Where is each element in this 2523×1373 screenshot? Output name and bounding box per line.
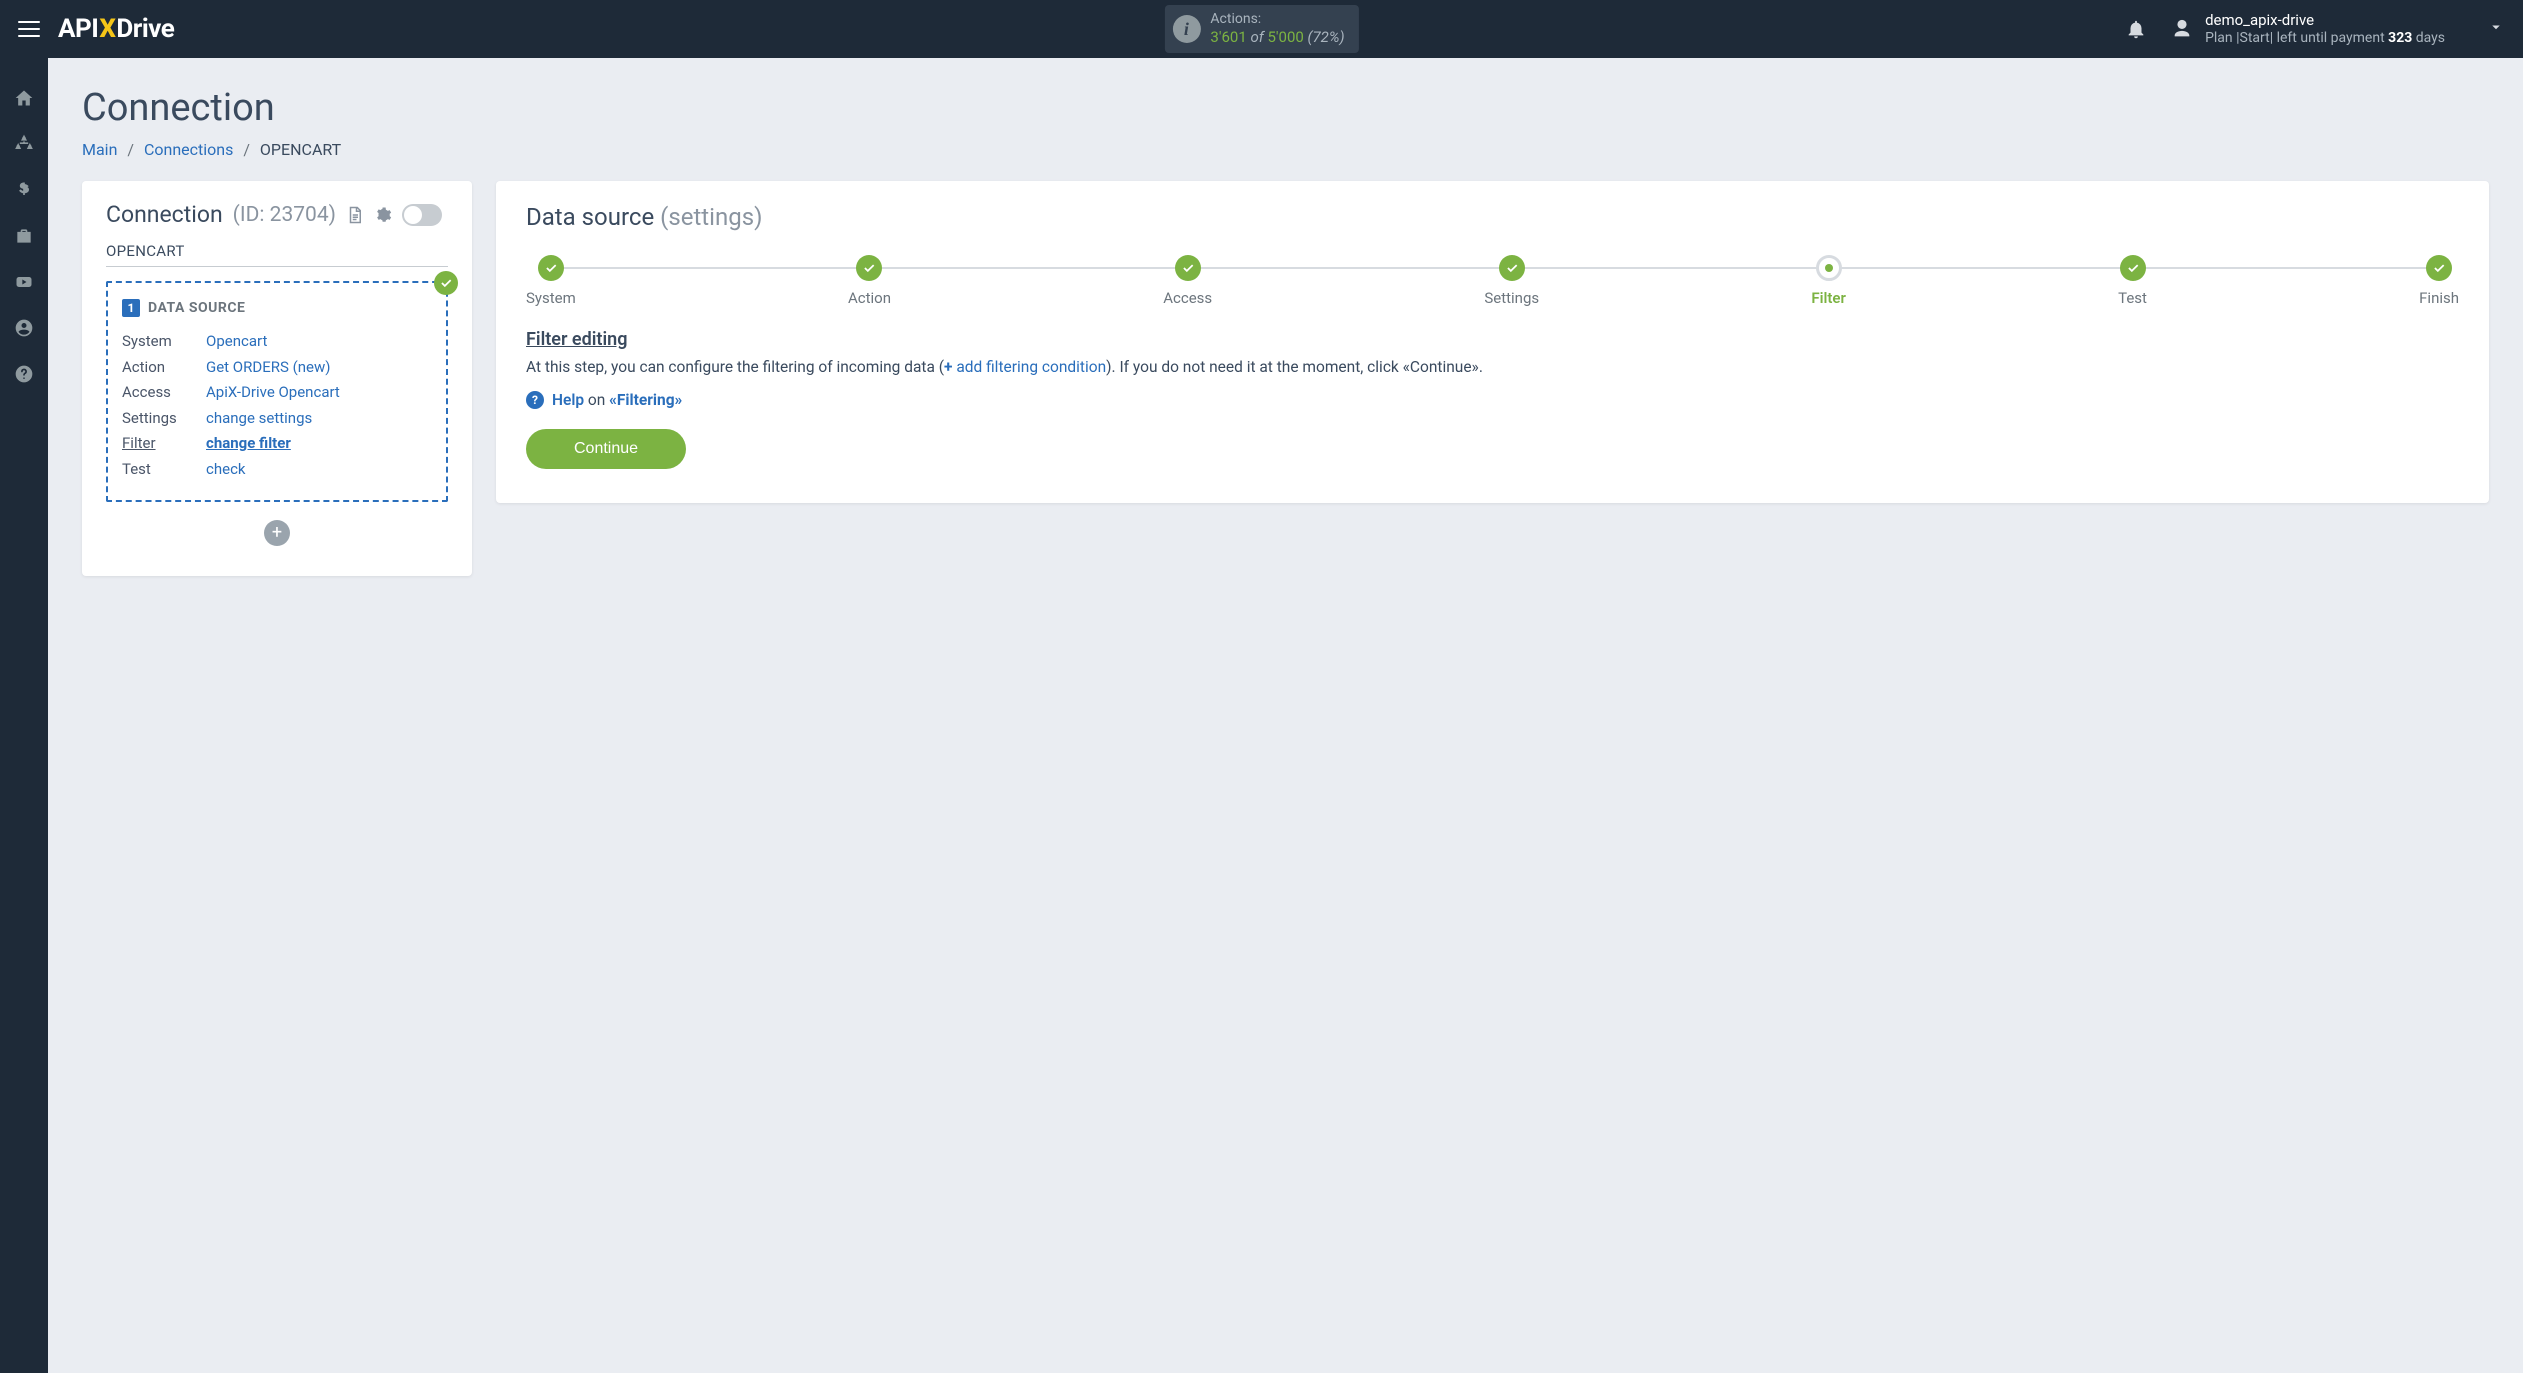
profile-icon[interactable] — [14, 318, 34, 338]
chevron-down-icon[interactable] — [2487, 18, 2505, 40]
filter-editing-title[interactable]: Filter editing — [526, 329, 627, 350]
gear-icon[interactable] — [374, 206, 392, 224]
page-title: Connection — [82, 86, 2489, 130]
source-filter-link[interactable]: change filter — [206, 434, 291, 452]
data-source-box: 1 DATA SOURCE SystemOpencart ActionGet O… — [106, 281, 448, 502]
sidebar — [0, 58, 48, 1373]
step-test[interactable]: Test — [2118, 255, 2147, 307]
breadcrumb: Main / Connections / OPENCART — [82, 140, 2489, 159]
question-icon: ? — [526, 391, 544, 409]
continue-button[interactable]: Continue — [526, 429, 686, 469]
source-system-link[interactable]: Opencart — [206, 332, 267, 350]
logo[interactable]: APIXDrive — [58, 14, 174, 44]
help-line: ? Help on «Filtering» — [526, 391, 2459, 409]
check-icon — [434, 271, 458, 295]
help-icon[interactable] — [14, 364, 34, 384]
breadcrumb-current: OPENCART — [260, 140, 341, 159]
bell-icon[interactable] — [2125, 18, 2147, 40]
source-action-link[interactable]: Get ORDERS (new) — [206, 358, 330, 376]
info-icon: i — [1172, 15, 1200, 43]
source-settings-link[interactable]: change settings — [206, 409, 312, 427]
billing-icon[interactable] — [14, 180, 34, 200]
settings-title: Data source (settings) — [526, 203, 2459, 231]
connection-toggle[interactable] — [402, 204, 442, 226]
home-icon[interactable] — [14, 88, 34, 108]
connection-subtitle: OPENCART — [106, 242, 448, 267]
actions-label: Actions: — [1210, 11, 1344, 29]
briefcase-icon[interactable] — [14, 226, 34, 246]
breadcrumb-connections[interactable]: Connections — [144, 140, 233, 159]
step-access[interactable]: Access — [1163, 255, 1212, 307]
step-action[interactable]: Action — [848, 255, 891, 307]
step-settings[interactable]: Settings — [1484, 255, 1539, 307]
help-link[interactable]: Help — [552, 391, 584, 409]
source-number-badge: 1 — [122, 299, 140, 317]
add-filtering-condition-link[interactable]: add filtering condition — [952, 358, 1106, 376]
connections-icon[interactable] — [14, 134, 34, 154]
topbar: APIXDrive i Actions: 3'601 of 5'000 (72%… — [0, 0, 2523, 58]
hamburger-menu[interactable] — [18, 21, 40, 37]
connection-id: (ID: 23704) — [233, 203, 336, 227]
user-menu[interactable]: demo_apix-drive Plan |Start| left until … — [2171, 11, 2445, 47]
settings-card: Data source (settings) System Action Acc… — [496, 181, 2489, 503]
source-test-link[interactable]: check — [206, 460, 246, 478]
document-icon[interactable] — [346, 206, 364, 224]
user-plan: Plan |Start| left until payment 323 days — [2205, 30, 2445, 48]
source-header-title: DATA SOURCE — [148, 300, 245, 316]
breadcrumb-main[interactable]: Main — [82, 140, 117, 159]
connection-title: Connection — [106, 201, 223, 228]
source-access-link[interactable]: ApiX-Drive Opencart — [206, 383, 340, 401]
user-name: demo_apix-drive — [2205, 11, 2445, 30]
add-destination-button[interactable]: + — [264, 520, 290, 546]
user-icon — [2171, 18, 2193, 40]
step-system[interactable]: System — [526, 255, 576, 307]
stepper: System Action Access Settings Filter Tes… — [526, 255, 2459, 307]
connection-card: Connection (ID: 23704) OPENCART 1 DATA S… — [82, 181, 472, 576]
step-filter[interactable]: Filter — [1811, 255, 1846, 307]
filter-description: At this step, you can configure the filt… — [526, 356, 2459, 379]
step-finish[interactable]: Finish — [2419, 255, 2459, 307]
actions-counter[interactable]: i Actions: 3'601 of 5'000 (72%) — [1164, 5, 1358, 53]
video-icon[interactable] — [14, 272, 34, 292]
actions-values: 3'601 of 5'000 (72%) — [1210, 28, 1344, 47]
